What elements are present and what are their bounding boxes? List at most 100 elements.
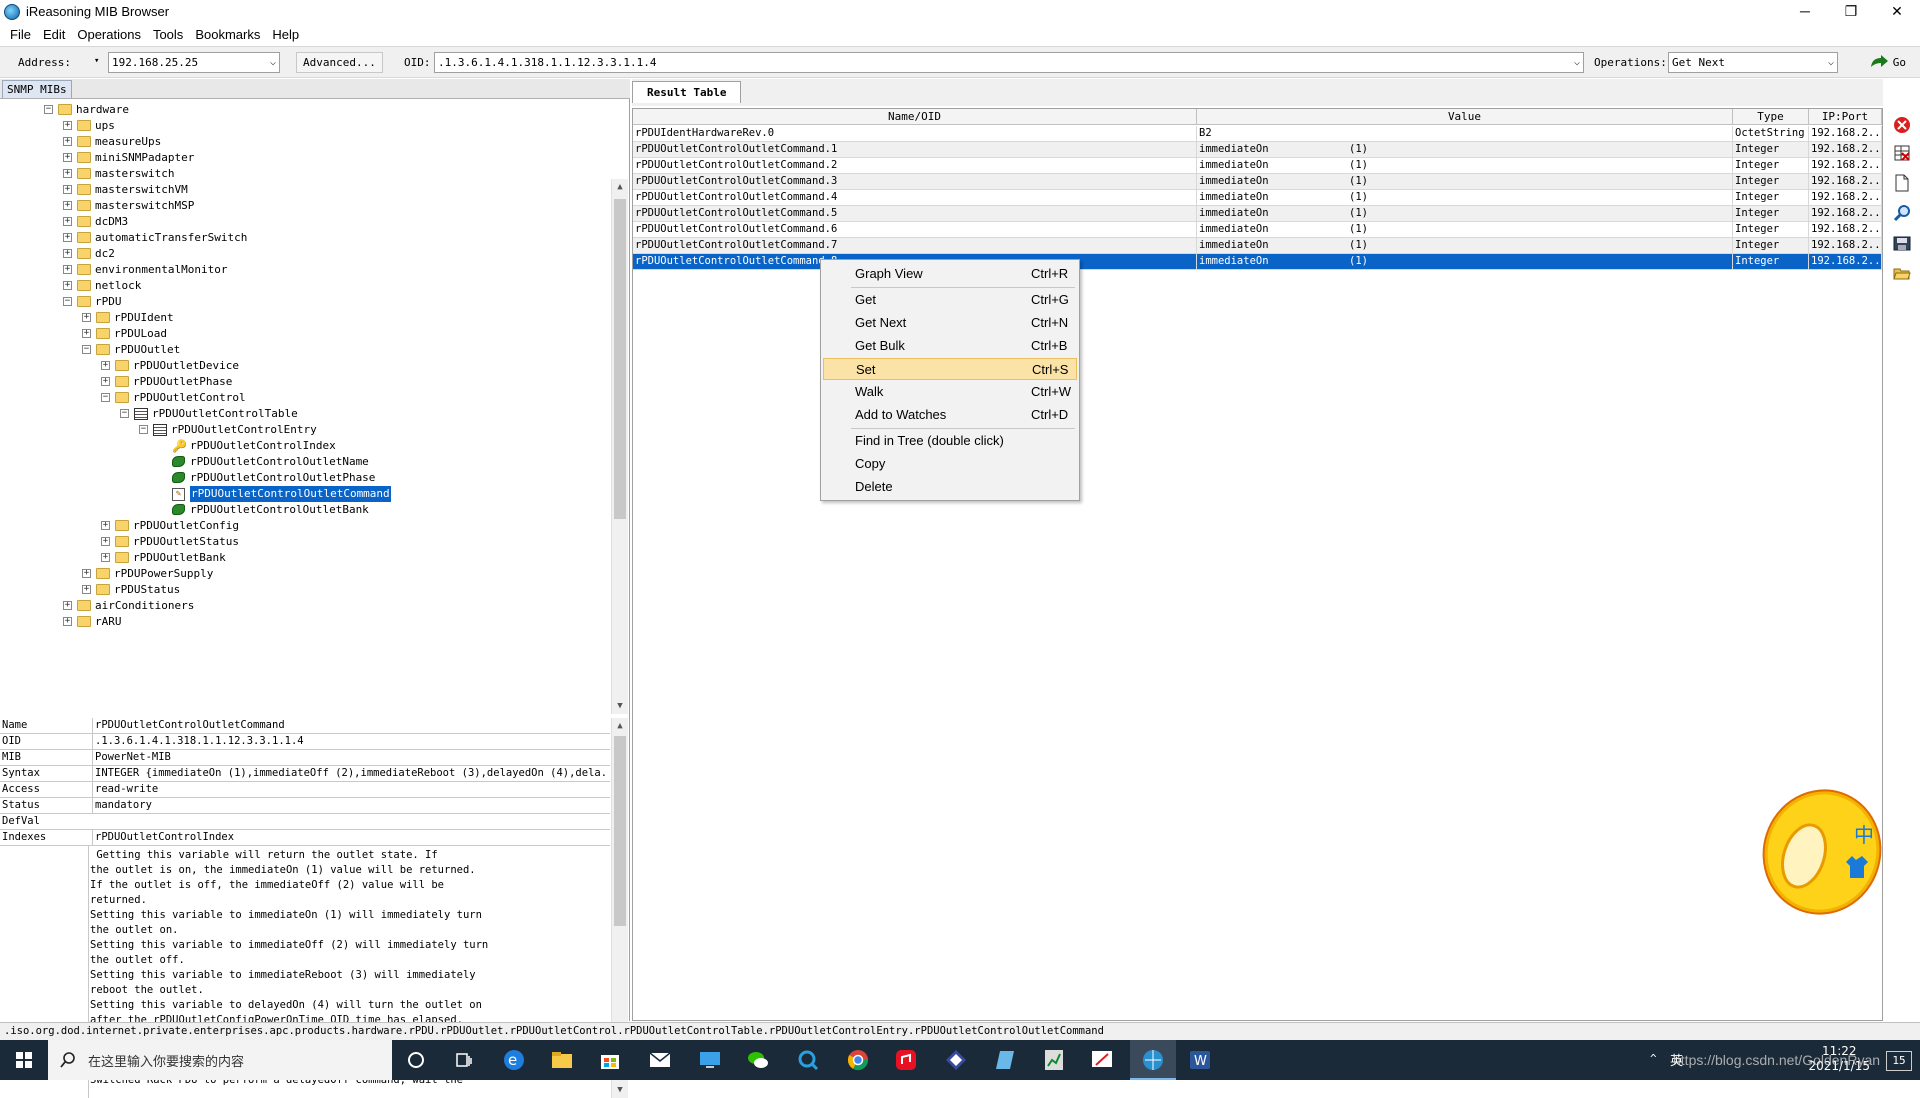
document-icon[interactable] <box>1893 174 1911 192</box>
chart-app-icon[interactable] <box>1042 1048 1066 1072</box>
clear-table-icon[interactable] <box>1893 144 1911 162</box>
table-row[interactable]: rPDUOutletControlOutletCommand.3 immediat… <box>633 174 1882 190</box>
collapse-minus-icon[interactable]: − <box>63 297 72 306</box>
address-input[interactable]: 192.168.25.25 ⌵ <box>108 52 280 73</box>
menu-edit[interactable]: Edit <box>37 27 71 42</box>
mib-browser-taskbar-tab[interactable] <box>1130 1040 1176 1080</box>
tree-node[interactable]: + rPDUPowerSupply <box>0 566 600 582</box>
collapse-minus-icon[interactable]: − <box>101 393 110 402</box>
expand-plus-icon[interactable]: + <box>101 377 110 386</box>
tree-node[interactable]: rPDUOutletControlOutletName <box>0 454 600 470</box>
go-button[interactable]: Go <box>1869 54 1906 70</box>
tree-node[interactable]: + masterswitchVM <box>0 182 600 198</box>
tree-node[interactable]: + rPDUOutletPhase <box>0 374 600 390</box>
context-menu-item-graph-view[interactable]: Graph View Ctrl+R <box>823 263 1077 285</box>
expand-plus-icon[interactable]: + <box>63 137 72 146</box>
save-icon[interactable] <box>1893 234 1911 252</box>
find-icon[interactable] <box>1893 204 1911 222</box>
tree-node[interactable]: + measureUps <box>0 134 600 150</box>
expand-plus-icon[interactable]: + <box>101 553 110 562</box>
word-icon[interactable]: W <box>1188 1048 1212 1072</box>
close-button[interactable]: ✕ <box>1874 0 1920 23</box>
expand-plus-icon[interactable]: + <box>82 313 91 322</box>
advanced-button[interactable]: Advanced... <box>296 52 383 73</box>
table-row[interactable]: rPDUOutletControlOutletCommand.1 immediat… <box>633 142 1882 158</box>
scroll-up-icon[interactable]: ▲ <box>612 718 628 734</box>
tree-node[interactable]: + miniSNMPadapter <box>0 150 600 166</box>
windows-start-icon[interactable] <box>0 1040 48 1080</box>
expand-plus-icon[interactable]: + <box>101 361 110 370</box>
table-row[interactable]: rPDUOutletControlOutletCommand.6 immediat… <box>633 222 1882 238</box>
open-folder-icon[interactable] <box>1893 264 1911 282</box>
context-menu-item-add-to-watches[interactable]: Add to Watches Ctrl+D <box>823 404 1077 426</box>
context-menu-item-delete[interactable]: Delete <box>823 476 1077 498</box>
chevron-up-icon[interactable]: ^ <box>1650 1052 1657 1065</box>
tree-node[interactable]: ✎ rPDUOutletControlOutletCommand <box>0 486 600 502</box>
column-header-value[interactable]: Value <box>1197 109 1733 125</box>
chevron-down-icon[interactable]: ⌵ <box>1574 53 1580 72</box>
edge-browser-icon[interactable]: e <box>502 1048 526 1072</box>
chevron-down-icon[interactable]: ⌵ <box>1828 53 1834 72</box>
expand-plus-icon[interactable]: + <box>82 585 91 594</box>
scroll-down-icon[interactable]: ▼ <box>612 698 628 714</box>
tree-node[interactable]: + dc2 <box>0 246 600 262</box>
cortana-icon[interactable] <box>404 1048 428 1072</box>
tree-node[interactable]: + rARU <box>0 614 600 630</box>
tree-node[interactable]: + dcDM3 <box>0 214 600 230</box>
tree-node[interactable]: + netlock <box>0 278 600 294</box>
tree-node[interactable]: + rPDUOutletStatus <box>0 534 600 550</box>
expand-plus-icon[interactable]: + <box>63 121 72 130</box>
table-row[interactable]: rPDUOutletControlOutletCommand.2 immediat… <box>633 158 1882 174</box>
menu-bookmarks[interactable]: Bookmarks <box>189 27 266 42</box>
minimize-button[interactable]: ─ <box>1782 0 1828 23</box>
table-row[interactable]: rPDUOutletControlOutletCommand.7 immediat… <box>633 238 1882 254</box>
expand-plus-icon[interactable]: + <box>63 217 72 226</box>
expand-plus-icon[interactable]: + <box>63 185 72 194</box>
scroll-down-icon[interactable]: ▼ <box>612 1082 628 1098</box>
taskbar-search-box[interactable]: 在这里输入你要搜索的内容 <box>48 1040 392 1080</box>
tree-node[interactable]: + airConditioners <box>0 598 600 614</box>
tree-node[interactable]: + ups <box>0 118 600 134</box>
expand-plus-icon[interactable]: + <box>63 281 72 290</box>
tree-node[interactable]: − rPDU <box>0 294 600 310</box>
table-row[interactable]: rPDUIdentHardwareRev.0 B2 OctetString 192.1… <box>633 126 1882 142</box>
expand-plus-icon[interactable]: + <box>63 233 72 242</box>
chevron-down-icon[interactable]: ⌵ <box>270 53 276 72</box>
tree-node[interactable]: rPDUOutletControlOutletPhase <box>0 470 600 486</box>
snipping-tool-icon[interactable] <box>1090 1048 1114 1072</box>
address-history-icon[interactable]: ▾ <box>94 56 99 66</box>
context-menu-item-set[interactable]: Set Ctrl+S <box>823 358 1077 380</box>
context-menu-item-get[interactable]: Get Ctrl+G <box>823 289 1077 311</box>
column-header-type[interactable]: Type <box>1733 109 1809 125</box>
tree-node[interactable]: + masterswitch <box>0 166 600 182</box>
expand-plus-icon[interactable]: + <box>63 265 72 274</box>
column-header-ip-port[interactable]: IP:Port <box>1809 109 1882 125</box>
tree-node[interactable]: + rPDULoad <box>0 326 600 342</box>
operations-select[interactable]: Get Next ⌵ <box>1668 52 1838 73</box>
notification-center-button[interactable]: 15 <box>1886 1051 1912 1071</box>
expand-plus-icon[interactable]: + <box>63 601 72 610</box>
tree-node[interactable]: + masterswitchMSP <box>0 198 600 214</box>
context-menu-item-get-bulk[interactable]: Get Bulk Ctrl+B <box>823 335 1077 357</box>
menu-help[interactable]: Help <box>266 27 305 42</box>
scroll-up-icon[interactable]: ▲ <box>612 179 628 195</box>
expand-plus-icon[interactable]: + <box>101 537 110 546</box>
tree-node[interactable]: + environmentalMonitor <box>0 262 600 278</box>
mail-icon[interactable] <box>648 1048 672 1072</box>
context-menu-item-find-in-tree-double-click[interactable]: Find in Tree (double click) <box>823 430 1077 452</box>
expand-plus-icon[interactable]: + <box>63 201 72 210</box>
dev-tool-icon[interactable] <box>944 1048 968 1072</box>
mib-tree[interactable]: − hardware + ups + measureUps + miniSNMPadapter… <box>0 100 628 710</box>
collapse-minus-icon[interactable]: − <box>44 105 53 114</box>
wechat-icon[interactable] <box>746 1048 770 1072</box>
tree-node[interactable]: + rPDUOutletConfig <box>0 518 600 534</box>
tree-node[interactable]: + rPDUIdent <box>0 310 600 326</box>
oid-input[interactable]: .1.3.6.1.4.1.318.1.1.12.3.3.1.1.4 ⌵ <box>434 52 1584 73</box>
file-explorer-icon[interactable] <box>550 1048 574 1072</box>
tree-node[interactable]: − hardware <box>0 102 600 118</box>
ime-float-icon[interactable]: 中 <box>1760 782 1910 917</box>
tab-result-table[interactable]: Result Table <box>632 81 742 103</box>
maximize-button[interactable]: ❐ <box>1828 0 1874 23</box>
tree-node[interactable]: − rPDUOutletControlEntry <box>0 422 600 438</box>
tree-node[interactable]: + rPDUOutletBank <box>0 550 600 566</box>
